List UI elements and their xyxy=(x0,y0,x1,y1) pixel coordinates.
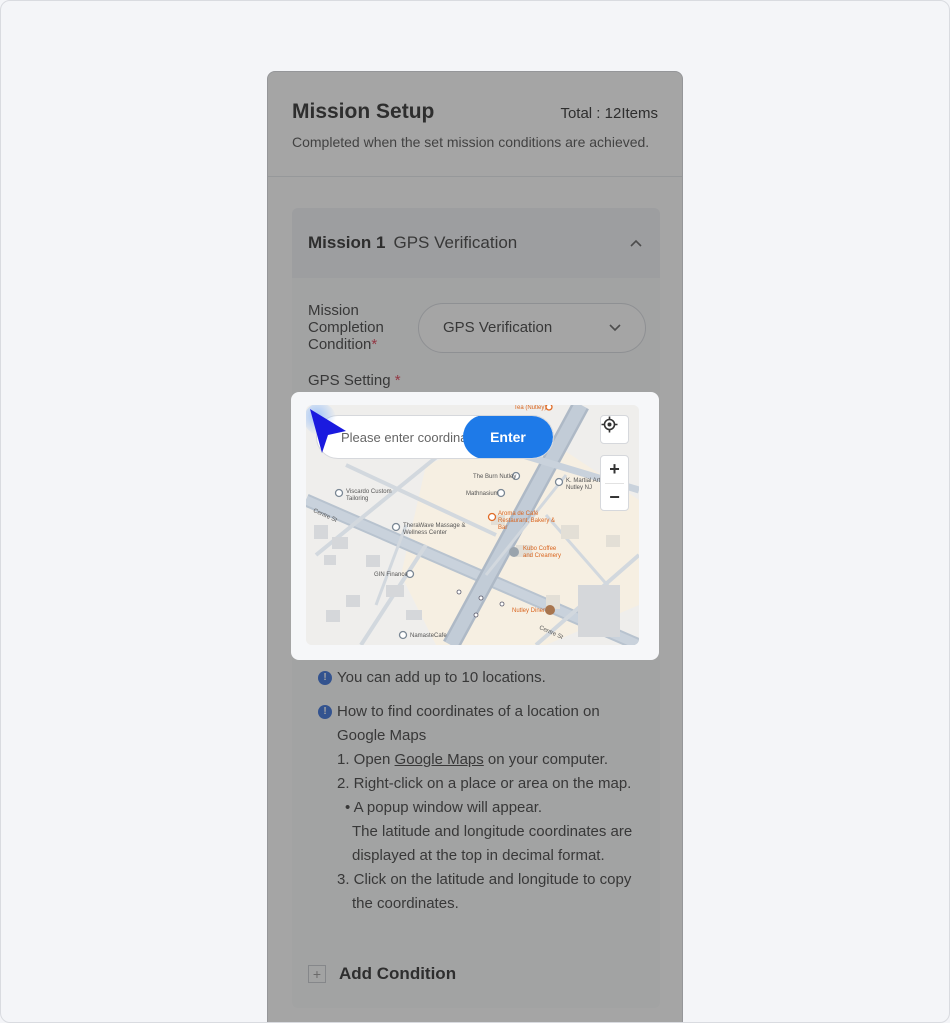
gps-setting-label: GPS Setting * xyxy=(308,372,401,389)
place-label: Mathnasium xyxy=(466,491,499,497)
condition-select-value: GPS Verification xyxy=(443,319,553,336)
add-condition-button[interactable]: + Add Condition xyxy=(308,964,456,984)
info-icon: ! xyxy=(318,671,332,685)
mission-name: GPS Verification xyxy=(393,233,518,252)
enter-button[interactable]: Enter xyxy=(463,416,553,458)
pointer-cursor-icon xyxy=(306,405,346,453)
page-subtitle: Completed when the set mission condition… xyxy=(292,134,650,150)
chevron-down-icon xyxy=(609,321,621,335)
my-location-button[interactable] xyxy=(600,415,629,444)
place-label: TheraWave Massage & Wellness Center xyxy=(403,523,466,536)
condition-row: Mission Completion Condition* GPS Verifi… xyxy=(308,302,646,353)
mission-accordion-header[interactable]: Mission 1 GPS Verification xyxy=(292,208,660,278)
map-view[interactable]: Tea (Nutley) The Burn Nutley K. Martial … xyxy=(306,405,639,645)
google-maps-link[interactable]: Google Maps xyxy=(395,751,484,768)
panel-header: Mission Setup Total : 12Items Completed … xyxy=(268,72,682,177)
place-label: Nutley Diner xyxy=(512,608,546,614)
note-limit: ! You can add up to 10 locations. xyxy=(318,666,648,690)
required-mark: * xyxy=(371,336,378,353)
place-label: The Burn Nutley xyxy=(473,474,517,480)
info-icon: ! xyxy=(318,705,332,719)
add-condition-label: Add Condition xyxy=(339,964,457,983)
zoom-out-button[interactable]: − xyxy=(601,484,628,511)
chevron-up-icon[interactable] xyxy=(628,235,644,251)
gps-map-popup: Tea (Nutley) The Burn Nutley K. Martial … xyxy=(291,392,659,660)
page-title: Mission Setup xyxy=(292,100,435,123)
condition-select[interactable]: GPS Verification xyxy=(418,302,646,353)
notes: ! You can add up to 10 locations. ! How … xyxy=(318,666,648,916)
place-label: Aroma de Café Restaurant, Bakery & Bar xyxy=(498,511,556,531)
total-count: Total : 12Items xyxy=(560,105,658,122)
place-label: Tea (Nutley) xyxy=(514,405,547,411)
mission-number: Mission 1 xyxy=(308,233,386,252)
coordinate-search: Enter xyxy=(316,415,554,459)
zoom-controls: + − xyxy=(600,455,629,511)
note-howto: ! How to find coordinates of a location … xyxy=(318,700,648,748)
place-label: Viscardo Custom Tailoring xyxy=(346,489,392,502)
place-label: Kubo Coffee and Creamery xyxy=(523,546,562,559)
place-label: NamasteCafe xyxy=(410,633,447,639)
crosshair-icon xyxy=(601,416,618,433)
zoom-in-button[interactable]: + xyxy=(601,456,628,483)
condition-label: Mission Completion Condition* xyxy=(308,302,384,353)
place-label: GIN Finance xyxy=(374,572,408,578)
howto-steps: 1. Open Google Maps on your computer. 2.… xyxy=(337,751,633,912)
plus-icon: + xyxy=(308,965,326,983)
